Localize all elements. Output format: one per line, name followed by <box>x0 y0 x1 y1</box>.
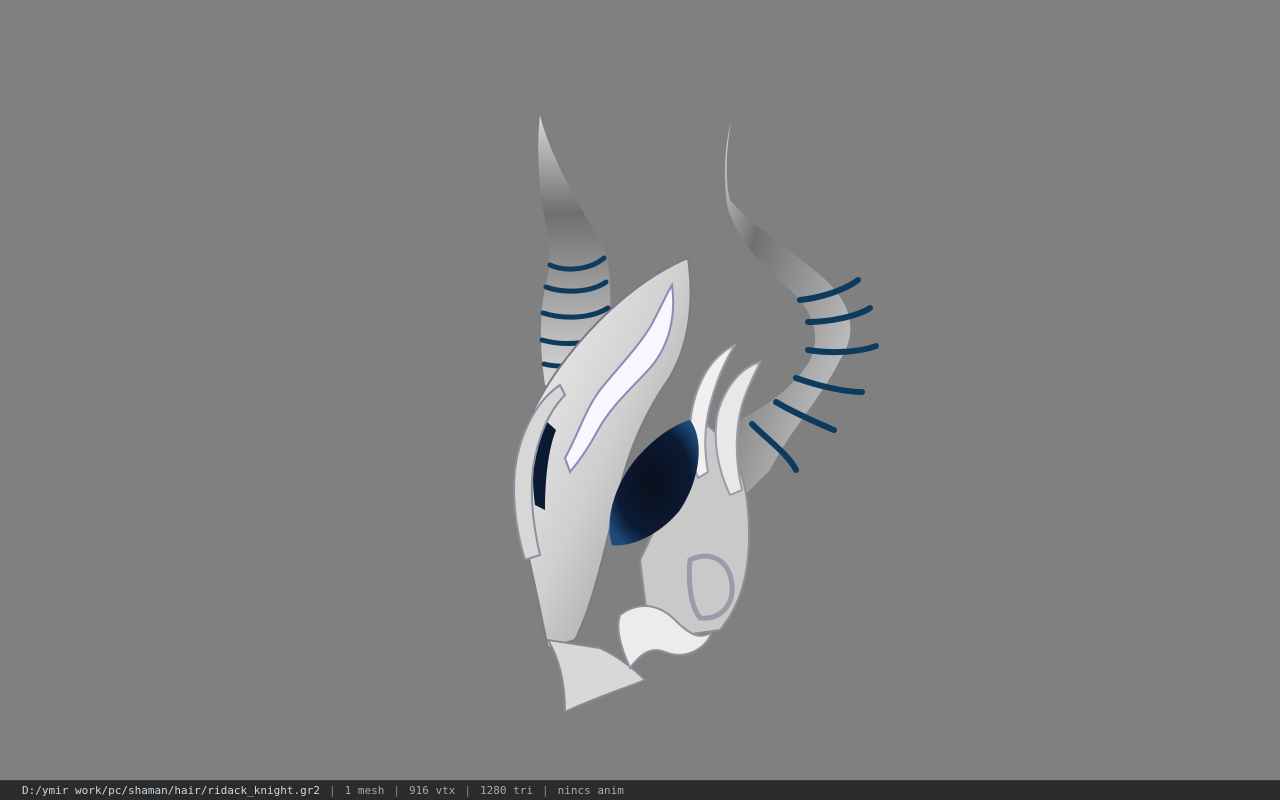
triangle-count: 1280 tri <box>480 784 533 797</box>
animation-status: nincs anim <box>557 784 624 797</box>
separator: | <box>464 784 471 797</box>
3d-viewport[interactable] <box>0 0 1280 780</box>
separator: | <box>329 784 336 797</box>
vertex-count: 916 vtx <box>409 784 456 797</box>
status-bar: D:/ymir work/pc/shaman/hair/ridack_knigh… <box>0 780 1280 800</box>
separator: | <box>541 784 549 797</box>
mesh-count: 1 mesh <box>344 784 385 797</box>
helmet-model <box>513 115 879 714</box>
file-path: D:/ymir work/pc/shaman/hair/ridack_knigh… <box>22 784 321 797</box>
separator: | <box>393 784 401 797</box>
